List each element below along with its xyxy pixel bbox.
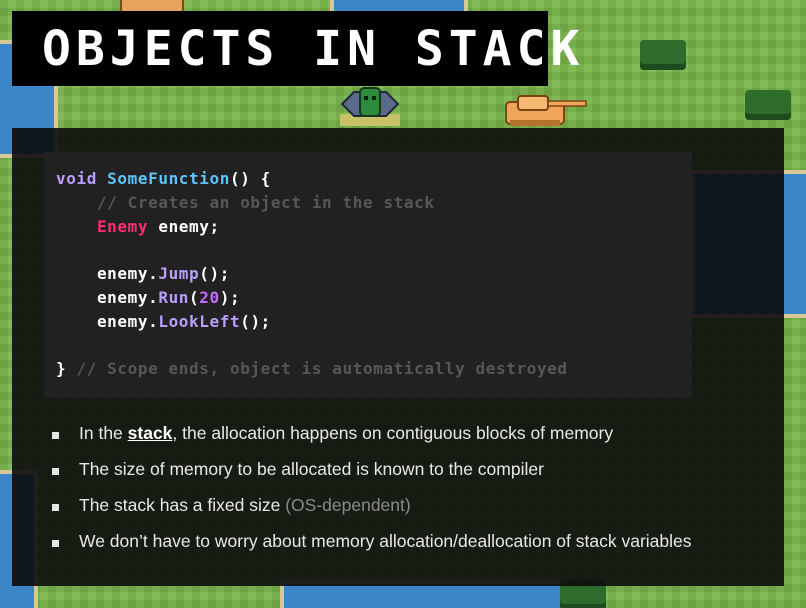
code-comment: // Creates an object in the stack (96, 193, 435, 212)
code-text: enemy; (148, 217, 220, 236)
code-line-5: enemy.Run(20); (56, 288, 240, 307)
bullet-marker-icon (52, 432, 59, 439)
code-line-3: Enemy enemy; (56, 217, 220, 236)
bullet-text: We don’t have to worry about memory allo… (79, 531, 692, 551)
bullet-marker-icon (52, 540, 59, 547)
code-text: () { (229, 169, 271, 188)
tree-tile (745, 90, 791, 120)
code-text: ); (219, 288, 241, 307)
code-method: LookLeft (158, 312, 241, 331)
code-text: (); (199, 264, 230, 283)
bullet-text-part: The stack has a fixed size (79, 495, 286, 515)
slide-title: OBJECTS IN STACK (42, 21, 585, 77)
bullet-text: The size of memory to be allocated is kn… (79, 459, 544, 479)
bullet-marker-icon (52, 504, 59, 511)
bullet-text: The stack has a fixed size (OS-dependent… (79, 495, 411, 516)
bullet-text-part: , the allocation happens on contiguous b… (172, 423, 614, 443)
code-line-4: enemy.Jump(); (56, 264, 230, 283)
os-dependent-note: (OS-dependent) (285, 495, 411, 515)
code-number: 20 (199, 288, 220, 307)
code-text: ( (189, 288, 200, 307)
code-comment: // Scope ends, object is automatically d… (66, 359, 568, 378)
bullet-marker-icon (52, 468, 59, 475)
code-line-2: // Creates an object in the stack (56, 193, 435, 212)
bullet-text-part: In the (79, 423, 128, 443)
code-line-1: void SomeFunction() { (56, 169, 271, 188)
title-banner: OBJECTS IN STACK (12, 11, 579, 86)
code-text: (); (240, 312, 271, 331)
code-keyword: void (56, 169, 97, 188)
stack-term: stack (127, 423, 173, 443)
tree-tile (640, 40, 686, 70)
bullet-text: In the stack, the allocation happens on … (79, 423, 613, 444)
code-block: void SomeFunction() { // Creates an obje… (44, 152, 692, 398)
code-method: Run (158, 288, 190, 307)
code-object: enemy (96, 264, 149, 283)
code-text: . (148, 288, 159, 307)
code-type: Enemy (96, 217, 149, 236)
code-function-name: SomeFunction (107, 169, 230, 188)
enemy-sprite-icon (340, 87, 400, 126)
code-object: enemy (96, 312, 149, 331)
tank-sprite-icon (505, 95, 587, 126)
code-text: . (148, 312, 159, 331)
code-text: . (148, 264, 159, 283)
code-brace: } (56, 359, 67, 378)
code-object: enemy (96, 288, 149, 307)
code-line-6: enemy.LookLeft(); (56, 312, 271, 331)
code-method: Jump (158, 264, 200, 283)
code-line-7: } // Scope ends, object is automatically… (56, 359, 568, 378)
content-panel: void SomeFunction() { // Creates an obje… (12, 128, 784, 586)
